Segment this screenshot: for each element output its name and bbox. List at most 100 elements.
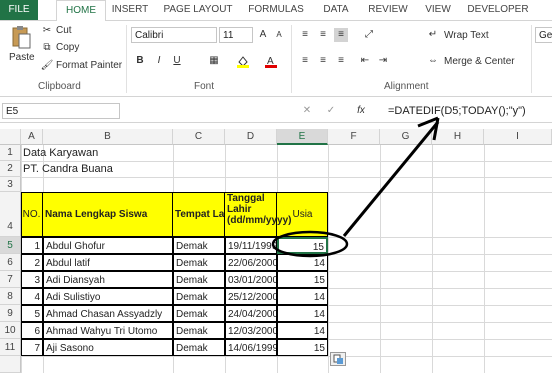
copy-button[interactable]: Copy xyxy=(56,42,79,53)
tab-data[interactable]: DATA xyxy=(316,0,356,20)
alignment-group-label: Alignment xyxy=(384,81,429,92)
cancel-icon[interactable]: ✕ xyxy=(300,104,314,118)
cut-icon[interactable]: ✂ xyxy=(40,24,54,38)
font-color-icon[interactable]: A xyxy=(264,54,278,68)
cell-tempat[interactable]: Demak xyxy=(173,339,225,356)
cell-nama[interactable]: Abdul latif xyxy=(43,254,173,271)
merge-center-icon[interactable]: ⇔ xyxy=(426,54,440,68)
cell-tempat[interactable]: Demak xyxy=(173,322,225,339)
column-header-c[interactable]: C xyxy=(173,129,225,145)
select-all-corner[interactable] xyxy=(0,129,21,145)
cell-nama[interactable]: Ahmad Chasan Assyadzly xyxy=(43,305,173,322)
merge-center-button[interactable]: Merge & Center xyxy=(444,56,515,67)
borders-icon[interactable]: ▦ xyxy=(207,54,221,68)
bold-button[interactable]: B xyxy=(133,54,147,68)
cell-tempat[interactable]: Demak xyxy=(173,254,225,271)
paste-button[interactable]: Paste xyxy=(9,52,35,63)
annotation-arrow xyxy=(342,116,440,237)
tab-view[interactable]: VIEW xyxy=(420,0,456,20)
row-header-1[interactable]: 1 xyxy=(0,145,21,161)
row-header-10[interactable]: 10 xyxy=(0,322,21,339)
number-format-select[interactable]: Gen xyxy=(535,27,552,43)
cut-button[interactable]: Cut xyxy=(56,25,72,36)
cell-tempat[interactable]: Demak xyxy=(173,237,225,254)
cell-no[interactable]: 4 xyxy=(21,288,43,305)
underline-button[interactable]: U xyxy=(170,54,184,68)
cell-usia[interactable]: 14 xyxy=(277,322,328,339)
cell-tanggal[interactable]: 24/04/2000 xyxy=(225,305,277,322)
cell-no[interactable]: 5 xyxy=(21,305,43,322)
cell-no[interactable]: 7 xyxy=(21,339,43,356)
copy-icon[interactable]: ⧉ xyxy=(40,41,54,55)
italic-button[interactable]: I xyxy=(152,54,166,68)
fill-color-icon[interactable] xyxy=(236,54,250,68)
row-header-9[interactable]: 9 xyxy=(0,305,21,322)
row-header-4[interactable]: 4 xyxy=(0,192,21,237)
cell-usia[interactable]: 14 xyxy=(277,305,328,322)
row-header-6[interactable]: 6 xyxy=(0,254,21,271)
cell-no[interactable]: 3 xyxy=(21,271,43,288)
tab-formulas[interactable]: FORMULAS xyxy=(244,0,308,20)
header-nama: Nama Lengkap Siswa xyxy=(43,192,173,237)
row-header-12 xyxy=(0,356,21,373)
cell-nama[interactable]: Adi Diansyah xyxy=(43,271,173,288)
wrap-text-button[interactable]: Wrap Text xyxy=(444,30,489,41)
paste-options-icon[interactable] xyxy=(330,352,346,366)
increase-font-icon[interactable]: A xyxy=(256,28,270,42)
cell-no[interactable]: 1 xyxy=(21,237,43,254)
align-top-icon[interactable]: ≡ xyxy=(298,28,312,42)
column-header-i[interactable]: I xyxy=(484,129,552,145)
align-middle-icon[interactable]: ≡ xyxy=(316,28,330,42)
font-name-select[interactable]: Calibri xyxy=(131,27,217,43)
tab-page-layout[interactable]: PAGE LAYOUT xyxy=(160,0,236,20)
cell-tanggal[interactable]: 03/01/2000 xyxy=(225,271,277,288)
row-header-8[interactable]: 8 xyxy=(0,288,21,305)
cell-tempat[interactable]: Demak xyxy=(173,305,225,322)
tab-home[interactable]: HOME xyxy=(56,0,106,22)
row-header-5[interactable]: 5 xyxy=(0,237,21,254)
paste-icon[interactable] xyxy=(10,25,32,49)
column-header-b[interactable]: B xyxy=(43,129,173,145)
decrease-indent-icon[interactable]: ⇤ xyxy=(358,54,372,68)
tab-review[interactable]: REVIEW xyxy=(364,0,412,20)
header-tempat: Tempat La xyxy=(173,192,225,237)
cell-usia[interactable]: 14 xyxy=(277,288,328,305)
row-header-11[interactable]: 11 xyxy=(0,339,21,356)
align-left-icon[interactable]: ≡ xyxy=(298,54,312,68)
wrap-text-icon[interactable]: ↵ xyxy=(426,28,440,42)
cell-usia[interactable]: 15 xyxy=(277,271,328,288)
cell-tempat[interactable]: Demak xyxy=(173,271,225,288)
cell-no[interactable]: 6 xyxy=(21,322,43,339)
cell-tanggal[interactable]: 25/12/2000 xyxy=(225,288,277,305)
align-right-icon[interactable]: ≡ xyxy=(334,54,348,68)
decrease-font-icon[interactable]: A xyxy=(272,28,286,42)
cell-nama[interactable]: Ahmad Wahyu Tri Utomo xyxy=(43,322,173,339)
cell-no[interactable]: 2 xyxy=(21,254,43,271)
row-header-7[interactable]: 7 xyxy=(0,271,21,288)
cell-nama[interactable]: Abdul Ghofur xyxy=(43,237,173,254)
tab-file[interactable]: FILE xyxy=(0,0,38,20)
cell-tanggal[interactable]: 14/06/1999 xyxy=(225,339,277,356)
row-header-3[interactable]: 3 xyxy=(0,177,21,192)
orientation-icon[interactable]: ⤢ xyxy=(362,28,376,42)
cell-nama[interactable]: Adi Sulistiyo xyxy=(43,288,173,305)
increase-indent-icon[interactable]: ⇥ xyxy=(376,54,390,68)
row-header-2[interactable]: 2 xyxy=(0,161,21,177)
cell-tempat[interactable]: Demak xyxy=(173,288,225,305)
format-painter-button[interactable]: Format Painter xyxy=(56,60,122,71)
column-header-a[interactable]: A xyxy=(21,129,43,145)
format-painter-icon[interactable]: 🖌 xyxy=(40,59,54,73)
align-center-icon[interactable]: ≡ xyxy=(316,54,330,68)
column-header-e[interactable]: E xyxy=(277,129,328,145)
header-no: NO. xyxy=(21,192,43,237)
title-company: PT. Candra Buana xyxy=(23,163,113,175)
tab-developer[interactable]: DEVELOPER xyxy=(462,0,534,20)
tab-insert[interactable]: INSERT xyxy=(108,0,152,20)
cell-nama[interactable]: Aji Sasono xyxy=(43,339,173,356)
name-box[interactable]: E5 xyxy=(2,103,120,119)
font-size-select[interactable]: 11 xyxy=(219,27,253,43)
cell-usia[interactable]: 15 xyxy=(277,339,328,356)
cell-tanggal[interactable]: 12/03/2000 xyxy=(225,322,277,339)
align-bottom-icon[interactable]: ≡ xyxy=(334,28,348,42)
column-header-d[interactable]: D xyxy=(225,129,277,145)
